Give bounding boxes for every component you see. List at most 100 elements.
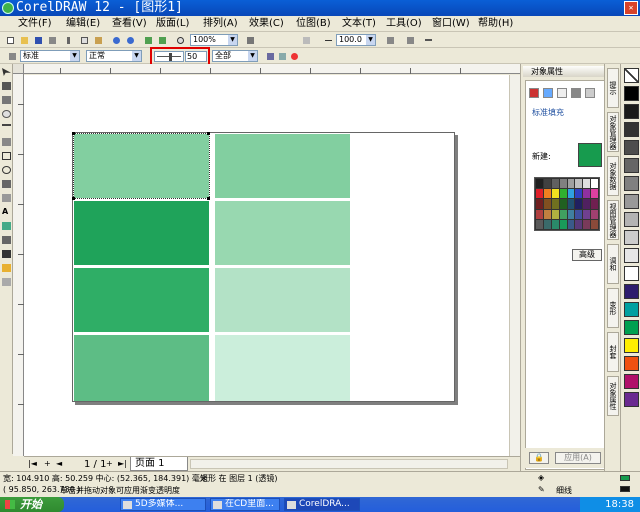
docker-tab[interactable]: 视图管理器 bbox=[607, 200, 619, 240]
save-icon[interactable] bbox=[32, 34, 44, 46]
palette-cell[interactable] bbox=[583, 199, 591, 209]
palette-cell[interactable] bbox=[575, 209, 583, 219]
palette-cell[interactable] bbox=[591, 179, 598, 189]
palette-cell[interactable] bbox=[575, 219, 583, 229]
lock-button[interactable]: 🔒 bbox=[529, 452, 549, 464]
rectangle-right-2[interactable] bbox=[215, 201, 350, 265]
palette-swatch[interactable] bbox=[624, 248, 639, 263]
menu-arrange[interactable]: 排列(A) bbox=[203, 17, 238, 31]
palette-cell[interactable] bbox=[551, 179, 559, 189]
pattern-tab-icon[interactable] bbox=[557, 88, 567, 98]
merge-mode-select[interactable]: 正常 ▼ bbox=[86, 50, 142, 62]
ellipse-tool-icon[interactable] bbox=[2, 166, 11, 174]
import-icon[interactable] bbox=[142, 34, 154, 46]
palette-swatch[interactable] bbox=[624, 140, 639, 155]
palette-cell[interactable] bbox=[567, 219, 575, 229]
postscript-tab-icon[interactable] bbox=[585, 88, 595, 98]
equal-icon[interactable] bbox=[422, 34, 434, 46]
rectangle-left-1[interactable] bbox=[73, 133, 210, 199]
menu-edit[interactable]: 编辑(E) bbox=[66, 17, 100, 31]
menu-tools[interactable]: 工具(O) bbox=[386, 17, 422, 31]
palette-cell[interactable] bbox=[567, 209, 575, 219]
order-icon[interactable] bbox=[404, 34, 416, 46]
task-item[interactable]: 在CD里面... bbox=[210, 498, 280, 511]
shape-tool-icon[interactable] bbox=[2, 82, 11, 90]
rectangle-right-3[interactable] bbox=[215, 268, 350, 332]
palette-swatch[interactable] bbox=[624, 392, 639, 407]
palette-cell[interactable] bbox=[583, 219, 591, 229]
horizontal-ruler[interactable] bbox=[24, 64, 520, 74]
zoom-level-select[interactable]: 100% ▼ bbox=[190, 34, 238, 46]
outline-color-swatch[interactable] bbox=[620, 486, 630, 492]
palette-cell[interactable] bbox=[591, 189, 598, 199]
docker-tab[interactable]: 封套 bbox=[607, 332, 619, 372]
palette-cell[interactable] bbox=[591, 209, 598, 219]
palette-swatch[interactable] bbox=[624, 302, 639, 317]
edit-transparency-icon[interactable] bbox=[6, 50, 18, 62]
coreldraw-app-icon[interactable] bbox=[2, 2, 14, 14]
fill-color-swatch[interactable] bbox=[620, 475, 630, 481]
freehand-tool-icon[interactable] bbox=[2, 124, 11, 126]
outline-tab-icon[interactable] bbox=[543, 88, 553, 98]
palette-swatch[interactable] bbox=[624, 122, 639, 137]
polygon-tool-icon[interactable] bbox=[2, 180, 11, 188]
palette-swatch[interactable] bbox=[624, 338, 639, 353]
rectangle-left-3[interactable] bbox=[74, 268, 209, 332]
start-button[interactable]: 开始 bbox=[0, 497, 64, 512]
interactive-tool-icon[interactable] bbox=[2, 222, 11, 230]
zoom-tool-icon[interactable] bbox=[2, 110, 11, 118]
menu-help[interactable]: 帮助(H) bbox=[478, 17, 513, 31]
export-icon[interactable] bbox=[156, 34, 168, 46]
palette-cell[interactable] bbox=[591, 199, 598, 209]
snap-icon[interactable] bbox=[244, 34, 256, 46]
menu-view[interactable]: 查看(V) bbox=[112, 17, 147, 31]
palette-swatch[interactable] bbox=[624, 356, 639, 371]
outline-width-select[interactable]: 100.0 ▼ bbox=[336, 34, 376, 46]
palette-cell[interactable] bbox=[583, 189, 591, 199]
last-page-icon[interactable]: ►| bbox=[118, 459, 127, 468]
rectangle-tool-icon[interactable] bbox=[2, 152, 11, 160]
palette-swatch[interactable] bbox=[624, 320, 639, 335]
freeze-icon[interactable] bbox=[264, 50, 276, 62]
palette-swatch[interactable] bbox=[624, 266, 639, 281]
palette-cell[interactable] bbox=[559, 209, 567, 219]
transparency-type-select[interactable]: 标准 ▼ bbox=[20, 50, 80, 62]
palette-cell[interactable] bbox=[536, 209, 543, 219]
palette-swatch[interactable] bbox=[624, 230, 639, 245]
zoom-icon[interactable] bbox=[174, 34, 186, 46]
palette-cell[interactable] bbox=[543, 209, 551, 219]
align-icon[interactable] bbox=[384, 34, 396, 46]
menu-layout[interactable]: 版面(L) bbox=[156, 17, 189, 31]
palette-cell[interactable] bbox=[559, 189, 567, 199]
palette-cell[interactable] bbox=[567, 189, 575, 199]
palette-cell[interactable] bbox=[591, 219, 598, 229]
docker-tab[interactable]: 调和 bbox=[607, 244, 619, 284]
texture-tab-icon[interactable] bbox=[571, 88, 581, 98]
print-icon[interactable] bbox=[46, 34, 58, 46]
palette-cell[interactable] bbox=[575, 179, 583, 189]
prev-page-icon[interactable]: ◄ bbox=[56, 459, 62, 468]
basic-shapes-icon[interactable] bbox=[2, 194, 11, 202]
outline-tool-icon[interactable] bbox=[2, 250, 11, 258]
menu-text[interactable]: 文本(T) bbox=[342, 17, 376, 31]
first-page-icon[interactable]: |◄ bbox=[28, 459, 37, 468]
palette-cell[interactable] bbox=[575, 199, 583, 209]
palette-cell[interactable] bbox=[559, 219, 567, 229]
crop-tool-icon[interactable] bbox=[2, 96, 11, 104]
palette-cell[interactable] bbox=[543, 179, 551, 189]
task-item-active[interactable]: CorelDRA... bbox=[284, 498, 360, 511]
transparency-tool-icon[interactable] bbox=[300, 34, 312, 46]
palette-swatch[interactable] bbox=[624, 212, 639, 227]
palette-swatch[interactable] bbox=[624, 158, 639, 173]
color-picker-grid[interactable] bbox=[534, 177, 600, 231]
palette-cell[interactable] bbox=[551, 209, 559, 219]
palette-cell[interactable] bbox=[551, 219, 559, 229]
palette-cell[interactable] bbox=[551, 199, 559, 209]
menu-effects[interactable]: 效果(C) bbox=[249, 17, 284, 31]
new-document-icon[interactable] bbox=[4, 34, 16, 46]
palette-cell[interactable] bbox=[536, 199, 543, 209]
vertical-ruler[interactable] bbox=[13, 74, 24, 456]
palette-cell[interactable] bbox=[583, 179, 591, 189]
rectangle-left-4[interactable] bbox=[74, 335, 209, 401]
undo-icon[interactable] bbox=[110, 34, 122, 46]
